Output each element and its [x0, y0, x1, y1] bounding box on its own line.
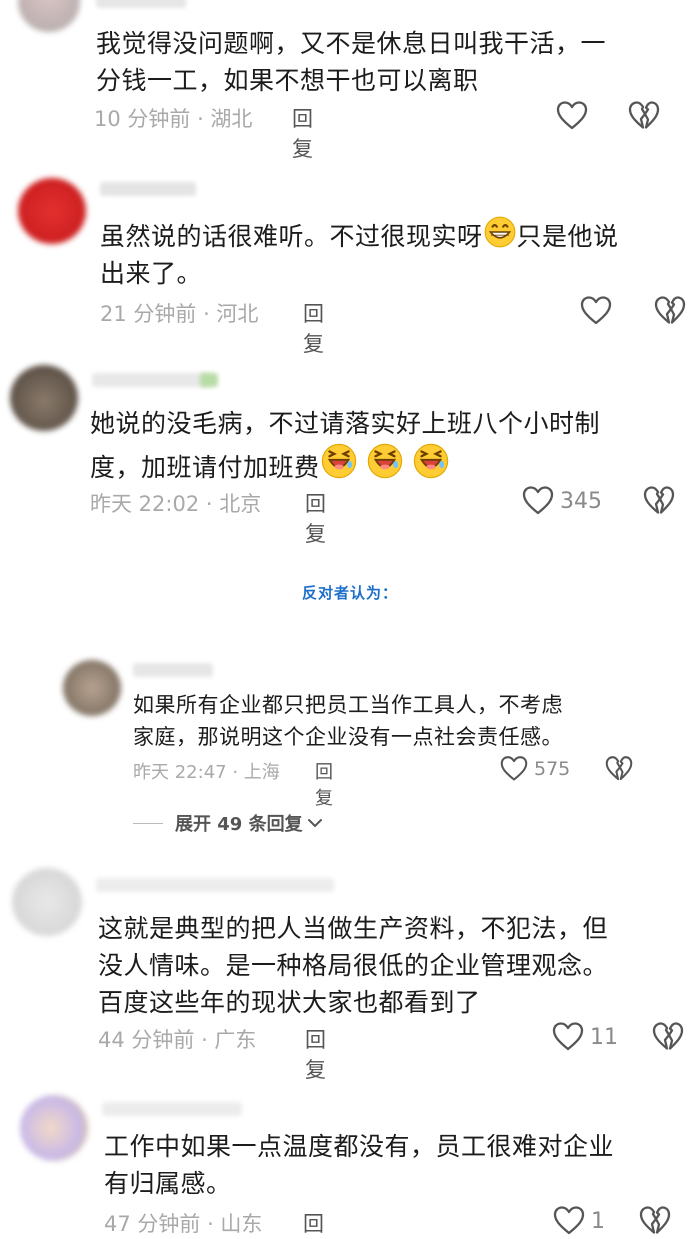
- broken-heart-icon: [605, 755, 633, 783]
- broken-heart-icon: [652, 1021, 684, 1053]
- like-button[interactable]: [556, 100, 588, 132]
- avatar[interactable]: [18, 178, 86, 244]
- username-blurred[interactable]: [102, 1102, 242, 1116]
- divider: [133, 822, 163, 824]
- dislike-button[interactable]: [639, 1205, 671, 1239]
- section-title: 反对者认为：: [301, 584, 398, 602]
- username-blurred[interactable]: [92, 373, 210, 387]
- laughing-wink-emoji: [412, 442, 450, 480]
- avatar[interactable]: [12, 868, 82, 936]
- comment-text: 虽然说的话很难听。不过很现实呀 只是他说 出来了。: [100, 215, 700, 292]
- comment-time-location: 昨天 22:47 · 上海: [133, 762, 280, 783]
- laughing-wink-emoji: [366, 442, 404, 480]
- comment-text: 如果所有企业都只把员工当作工具人，不考虑 家庭，那说明这个企业没有一点社会责任感…: [133, 689, 693, 753]
- like-button[interactable]: [580, 295, 612, 327]
- heart-outline-icon: [552, 1021, 584, 1053]
- avatar[interactable]: [63, 660, 121, 716]
- like-button[interactable]: 345: [522, 485, 602, 517]
- grinning-emoji: [483, 215, 517, 249]
- broken-heart-icon: [654, 295, 686, 327]
- comment-line: 百度这些年的现状大家也都看到了: [98, 988, 481, 1017]
- comment-line: 家庭，那说明这个企业没有一点社会责任感。: [133, 725, 563, 749]
- broken-heart-icon: [639, 1205, 671, 1237]
- username-blurred[interactable]: [100, 182, 196, 196]
- heart-outline-icon: [500, 755, 528, 783]
- dislike-button[interactable]: [643, 485, 675, 521]
- comment-line-part: 只是他说: [516, 222, 619, 251]
- comment-time-location: 44 分钟前 · 广东: [98, 1028, 257, 1052]
- comment-line: 度，加班请付加班费: [90, 442, 695, 486]
- dislike-button[interactable]: [652, 1021, 684, 1057]
- comment-line: 她说的没毛病，不过请落实好上班八个小时制: [90, 409, 601, 438]
- avatar[interactable]: [10, 365, 78, 431]
- username-blurred[interactable]: [133, 663, 213, 677]
- comment-text: 这就是典型的把人当做生产资料，不犯法，但 没人情味。是一种格局很低的企业管理观念…: [98, 910, 698, 1021]
- like-button[interactable]: 575: [500, 755, 570, 783]
- comment-time-location: 21 分钟前 · 河北: [100, 302, 259, 326]
- heart-outline-icon: [580, 295, 612, 327]
- reply-button[interactable]: 回复: [315, 758, 333, 810]
- broken-heart-icon: [643, 485, 675, 517]
- comment-text: 我觉得没问题啊，又不是休息日叫我干活，一 分钱一工，如果不想干也可以离职: [96, 25, 696, 99]
- dislike-button[interactable]: [628, 100, 660, 136]
- comment-line: 如果所有企业都只把员工当作工具人，不考虑: [133, 693, 563, 717]
- reply-button[interactable]: 回复: [292, 103, 313, 163]
- comment-line-part: 虽然说的话很难听。不过很现实呀: [100, 222, 483, 251]
- reply-button[interactable]: 回复: [305, 1024, 326, 1084]
- comment-line: 有归属感。: [104, 1169, 232, 1198]
- comment-time-location: 昨天 22:02 · 北京: [90, 492, 262, 516]
- username-badge-blurred: [200, 373, 218, 387]
- comment-text: 工作中如果一点温度都没有，员工很难对企业 有归属感。: [104, 1128, 699, 1202]
- comment-time-location: 47 分钟前 · 山东: [104, 1212, 263, 1236]
- comment-line: 虽然说的话很难听。不过很现实呀 只是他说: [100, 215, 700, 255]
- chevron-down-icon: [307, 819, 322, 828]
- like-count: 575: [534, 758, 571, 780]
- like-count: 11: [590, 1024, 618, 1050]
- like-count: 345: [560, 488, 602, 514]
- expand-label: 展开 49 条回复: [175, 814, 303, 835]
- comment-line: 工作中如果一点温度都没有，员工很难对企业: [104, 1132, 615, 1161]
- comment-line: 没人情味。是一种格局很低的企业管理观念。: [98, 951, 609, 980]
- like-button[interactable]: 11: [552, 1021, 618, 1053]
- reply-button[interactable]: 回复: [303, 298, 324, 358]
- heart-outline-icon: [522, 485, 554, 517]
- comment-line: 出来了。: [100, 259, 203, 288]
- comment-line: 我觉得没问题啊，又不是休息日叫我干活，一: [96, 29, 607, 58]
- heart-outline-icon: [553, 1205, 585, 1237]
- reply-button[interactable]: 回复: [305, 488, 326, 548]
- reply-button[interactable]: 回复: [303, 1208, 324, 1239]
- dislike-button[interactable]: [605, 755, 633, 787]
- comment-line: 这就是典型的把人当做生产资料，不犯法，但: [98, 914, 609, 943]
- dislike-button[interactable]: [654, 295, 686, 331]
- like-button[interactable]: 1: [553, 1205, 605, 1237]
- expand-replies-button[interactable]: 展开 49 条回复: [133, 810, 323, 836]
- avatar[interactable]: [20, 1095, 88, 1161]
- avatar[interactable]: [18, 0, 80, 32]
- username-blurred[interactable]: [96, 878, 334, 892]
- broken-heart-icon: [628, 100, 660, 132]
- comment-line: 分钱一工，如果不想干也可以离职: [96, 66, 479, 95]
- comment-line-part: 度，加班请付加班费: [90, 453, 320, 482]
- like-count: 1: [591, 1208, 605, 1234]
- heart-outline-icon: [556, 100, 588, 132]
- laughing-wink-emoji: [320, 442, 358, 480]
- comment-text: 她说的没毛病，不过请落实好上班八个小时制 度，加班请付加班费: [90, 405, 695, 486]
- username-blurred[interactable]: [96, 0, 186, 8]
- comment-time-location: 10 分钟前 · 湖北: [94, 107, 253, 131]
